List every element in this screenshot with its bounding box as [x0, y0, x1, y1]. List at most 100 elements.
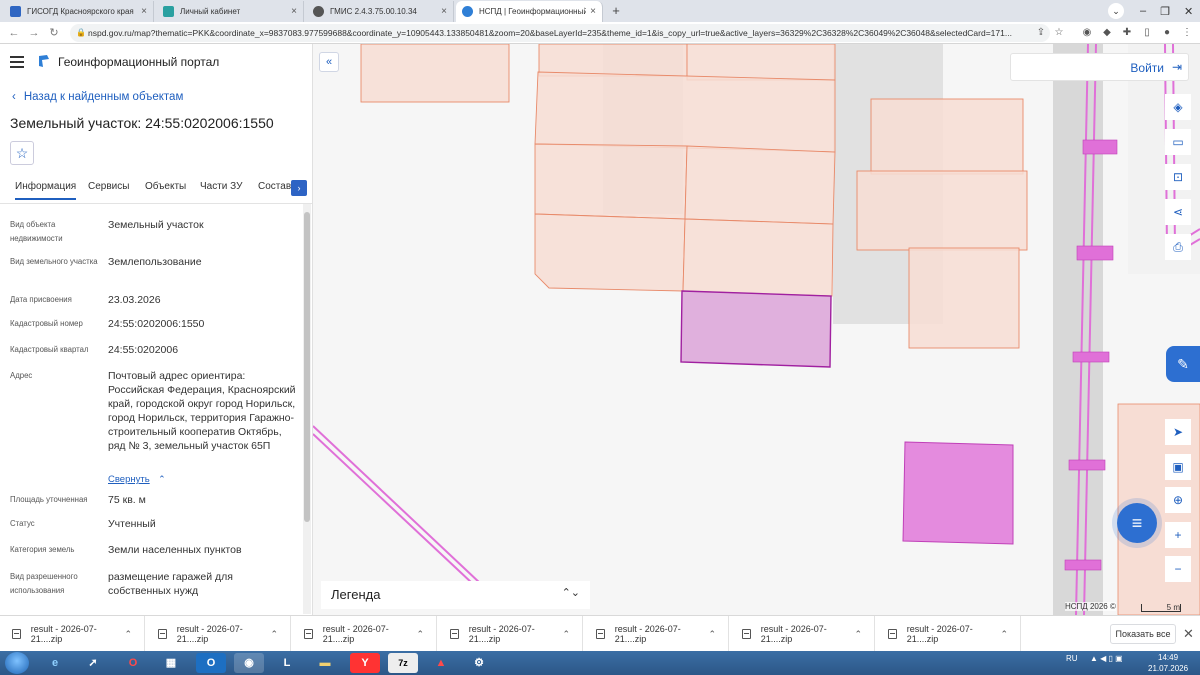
- selected-parcel[interactable]: [680, 290, 832, 368]
- url-bar[interactable]: 🔒 nspd.gov.ru/map?thematic=PKK&coordinat…: [70, 24, 1050, 42]
- collapse-panel-button[interactable]: «: [319, 52, 339, 72]
- tray-icons[interactable]: ▲ ◀ ▯ ▣: [1090, 654, 1123, 663]
- close-icon[interactable]: ×: [590, 6, 596, 17]
- parcel[interactable]: [534, 71, 836, 153]
- tab-services[interactable]: Сервисы: [88, 181, 129, 192]
- parcel[interactable]: [534, 213, 686, 292]
- chevron-up-icon[interactable]: ⌃: [708, 629, 716, 640]
- minimap-icon[interactable]: ▣: [1165, 454, 1191, 480]
- close-icon[interactable]: ✕: [1183, 626, 1194, 642]
- parcel[interactable]: [856, 170, 1028, 251]
- parcel-magenta[interactable]: [902, 441, 1014, 545]
- language-indicator[interactable]: RU: [1066, 654, 1078, 663]
- chevron-up-icon[interactable]: ⌃: [562, 629, 570, 640]
- chat-menu-icon[interactable]: ≡: [1117, 503, 1157, 543]
- clock[interactable]: 14:49 21.07.2026: [1148, 652, 1188, 674]
- show-all-downloads-button[interactable]: Показать все: [1110, 624, 1176, 644]
- map-canvas[interactable]: « Войти ⇥ ◈ ▭ ⊡ ⋖ ⎙ ✎ ➤ ▣ ⊕ + − ≡ Легенд…: [313, 44, 1200, 615]
- maximize-icon[interactable]: ❐: [1160, 5, 1170, 18]
- back-icon[interactable]: ←: [6, 25, 22, 41]
- tab-parts[interactable]: Части ЗУ: [200, 181, 242, 192]
- tab-information[interactable]: Информация: [15, 181, 77, 200]
- chevron-up-icon[interactable]: ⌃: [1000, 629, 1008, 640]
- download-item[interactable]: result - 2026-07-21....zip ⌃: [876, 616, 1021, 652]
- app-icon[interactable]: ▦: [156, 653, 186, 673]
- favorite-star-button[interactable]: ☆: [10, 141, 34, 165]
- yandex-icon[interactable]: Y: [350, 653, 380, 673]
- close-window-icon[interactable]: ✕: [1184, 5, 1193, 18]
- panel-scrollbar[interactable]: [303, 204, 311, 614]
- back-to-results-link[interactable]: ‹ Назад к найденным объектам: [12, 91, 183, 103]
- print-icon[interactable]: ⎙: [1165, 234, 1191, 260]
- close-icon[interactable]: ×: [141, 6, 147, 17]
- layers-icon[interactable]: ◈: [1165, 94, 1191, 120]
- minimize-icon[interactable]: –: [1140, 5, 1146, 17]
- download-item[interactable]: result - 2026-07-21....zip ⌃: [292, 616, 437, 652]
- chevron-up-icon[interactable]: ⌃: [854, 629, 862, 640]
- start-button[interactable]: [5, 652, 29, 674]
- download-item[interactable]: result - 2026-07-21....zip ⌃: [438, 616, 583, 652]
- browser-tab-active[interactable]: НСПД | Геоинформационный п ×: [456, 1, 603, 22]
- chevron-up-icon[interactable]: ⌃: [270, 629, 278, 640]
- bookmark-star-icon[interactable]: ☆: [1052, 26, 1066, 40]
- download-filename: result - 2026-07-21....zip: [906, 624, 973, 644]
- scrollbar-thumb[interactable]: [304, 212, 310, 522]
- close-icon[interactable]: ×: [441, 6, 447, 17]
- close-icon[interactable]: ×: [291, 6, 297, 17]
- chevron-up-icon[interactable]: ⌃: [416, 629, 424, 640]
- parcel[interactable]: [686, 44, 836, 81]
- parcel[interactable]: [360, 44, 510, 103]
- ie-icon[interactable]: e: [40, 653, 70, 673]
- app-icon[interactable]: L: [272, 653, 302, 673]
- tab-title: ГМИС 2.4.3.75.00.10.34: [330, 7, 417, 16]
- download-item[interactable]: result - 2026-07-21....zip ⌃: [730, 616, 875, 652]
- app-icon[interactable]: ➚: [78, 653, 108, 673]
- menu-icon[interactable]: [10, 56, 24, 68]
- feedback-chat-icon[interactable]: ✎: [1166, 346, 1200, 382]
- parcel[interactable]: [538, 44, 688, 77]
- tab-composition[interactable]: Состав: [258, 181, 291, 192]
- parcel[interactable]: [682, 218, 834, 297]
- browser-tab[interactable]: Личный кабинет ×: [157, 1, 304, 22]
- select-area-icon[interactable]: ⊡: [1165, 164, 1191, 190]
- login-button[interactable]: Войти ⇥: [1010, 53, 1189, 81]
- sidebar-icon[interactable]: ▯: [1140, 26, 1154, 40]
- legend-dropdown[interactable]: Легенда ⌃⌄: [321, 581, 590, 609]
- pdf-icon[interactable]: ▲: [426, 653, 456, 673]
- app-icon[interactable]: ⚙: [464, 653, 494, 673]
- menu-dots-icon[interactable]: ⋮: [1180, 26, 1194, 40]
- extension-icon[interactable]: ◉: [1080, 26, 1094, 40]
- share-icon[interactable]: ⇪: [1034, 26, 1048, 40]
- parcel[interactable]: [684, 145, 836, 225]
- profile-icon[interactable]: ●: [1160, 26, 1174, 40]
- 7zip-icon[interactable]: 7z: [388, 653, 418, 673]
- tabs-next-button[interactable]: ›: [291, 180, 307, 196]
- share-icon[interactable]: ⋖: [1165, 199, 1191, 225]
- parcel[interactable]: [908, 247, 1020, 349]
- collapse-link[interactable]: Свернуть ⌃: [108, 469, 166, 487]
- browser-tab[interactable]: ГИСОГД Красноярского края ×: [4, 1, 154, 22]
- download-item[interactable]: result - 2026-07-21....zip ⌃: [0, 616, 145, 652]
- download-item[interactable]: result - 2026-07-21....zip ⌃: [584, 616, 729, 652]
- chevron-up-icon[interactable]: ⌃: [124, 629, 132, 640]
- ruler-icon[interactable]: ▭: [1165, 129, 1191, 155]
- new-tab-button[interactable]: +: [608, 3, 624, 19]
- chrome-icon[interactable]: ◉: [234, 653, 264, 673]
- opera-icon[interactable]: O: [118, 653, 148, 673]
- parcel[interactable]: [534, 143, 688, 220]
- folder-icon[interactable]: ▬: [310, 653, 340, 673]
- extension-icon[interactable]: ◆: [1100, 26, 1114, 40]
- tab-search-icon[interactable]: ⌄: [1108, 3, 1124, 19]
- browser-tab[interactable]: ГМИС 2.4.3.75.00.10.34 ×: [307, 1, 454, 22]
- locate-icon[interactable]: ➤: [1165, 419, 1191, 445]
- download-item[interactable]: result - 2026-07-21....zip ⌃: [146, 616, 291, 652]
- zoom-out-button[interactable]: −: [1165, 556, 1191, 582]
- zoom-in-button[interactable]: +: [1165, 522, 1191, 548]
- tab-objects[interactable]: Объекты: [145, 181, 186, 192]
- reload-icon[interactable]: ↻: [46, 25, 62, 41]
- outlook-icon[interactable]: O: [196, 653, 226, 673]
- forward-icon[interactable]: →: [26, 25, 42, 41]
- extensions-puzzle-icon[interactable]: ✚: [1120, 26, 1134, 40]
- search-location-icon[interactable]: ⊕: [1165, 487, 1191, 513]
- parcel[interactable]: [870, 98, 1024, 175]
